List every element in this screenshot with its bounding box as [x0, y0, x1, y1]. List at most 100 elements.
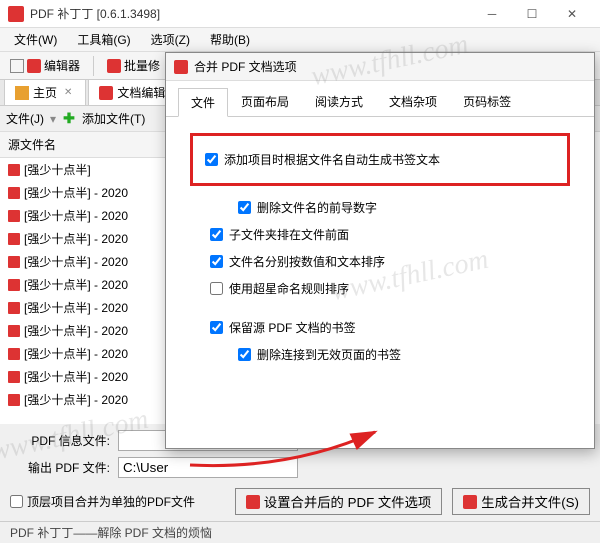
dialog-tab-pagelabel[interactable]: 页码标签 — [450, 87, 524, 116]
cb-del-invalid-wrap[interactable]: 删除连接到无效页面的书签 — [190, 341, 570, 368]
home-icon — [15, 86, 29, 100]
pdf-icon — [246, 495, 260, 509]
generate-button[interactable]: 生成合并文件(S) — [452, 488, 590, 515]
dialog-tab-misc[interactable]: 文档杂项 — [376, 87, 450, 116]
file-name-text: [强少十点半] — [24, 161, 91, 178]
status-bar: PDF 补丁丁——解除 PDF 文档的烦恼 — [0, 521, 600, 543]
maximize-button[interactable]: ☐ — [512, 1, 552, 27]
button-row: 顶层项目合并为单独的PDF文件 设置合并后的 PDF 文件选项 生成合并文件(S… — [0, 484, 600, 521]
file-panel: 源文件名 [强少十点半][强少十点半] - 2020[强少十点半] - 2020… — [0, 132, 180, 424]
menu-tools[interactable]: 工具箱(G) — [67, 28, 140, 51]
cb-folder-front-label: 子文件夹排在文件前面 — [229, 226, 349, 243]
pdf-icon — [107, 59, 121, 73]
generate-label: 生成合并文件(S) — [481, 492, 579, 511]
toolbar-batch-button[interactable]: 批量修 — [101, 55, 166, 76]
cb-keep-bm-label: 保留源 PDF 文档的书签 — [229, 319, 356, 336]
cb-folder-front[interactable] — [210, 228, 223, 241]
dialog-body: 添加项目时根据文件名自动生成书签文本 删除文件名的前导数字 子文件夹排在文件前面… — [166, 117, 594, 448]
cb-keep-bm-wrap[interactable]: 保留源 PDF 文档的书签 — [190, 314, 570, 341]
pdf-icon — [8, 187, 20, 199]
close-button[interactable]: ✕ — [552, 1, 592, 27]
cb-sort[interactable] — [210, 255, 223, 268]
list-item[interactable]: [强少十点半] - 2020 — [0, 365, 179, 388]
pdf-icon — [27, 59, 41, 73]
cb-sort-label: 文件名分别按数值和文本排序 — [229, 253, 385, 270]
window-controls: ─ ☐ ✕ — [472, 1, 592, 27]
tab-docedit[interactable]: 文档编辑 — [88, 79, 176, 105]
merge-options-dialog: 合并 PDF 文档选项 文件 页面布局 阅读方式 文档杂项 页码标签 添加项目时… — [165, 52, 595, 449]
menu-help[interactable]: 帮助(B) — [200, 28, 260, 51]
pdf-icon — [463, 495, 477, 509]
cb-trim-number[interactable] — [238, 201, 251, 214]
list-item[interactable]: [强少十点半] - 2020 — [0, 181, 179, 204]
file-name-text: [强少十点半] - 2020 — [24, 391, 128, 408]
list-item[interactable]: [强少十点半] — [0, 158, 179, 181]
app-icon — [8, 6, 24, 22]
dialog-title-text: 合并 PDF 文档选项 — [194, 58, 297, 75]
chevron-down-icon: ▾ — [50, 112, 56, 126]
list-item[interactable]: [强少十点半] - 2020 — [0, 204, 179, 227]
dialog-tab-reading[interactable]: 阅读方式 — [302, 87, 376, 116]
cb-del-invalid-label: 删除连接到无效页面的书签 — [257, 346, 401, 363]
cb-auto-bookmark-wrap[interactable]: 添加项目时根据文件名自动生成书签文本 — [205, 146, 555, 173]
add-icon: ✚ — [62, 112, 76, 126]
files-menu-label[interactable]: 文件(J) — [6, 110, 44, 127]
list-item[interactable]: [强少十点半] - 2020 — [0, 227, 179, 250]
doc-icon — [99, 86, 113, 100]
menu-options[interactable]: 选项(Z) — [141, 28, 200, 51]
file-name-text: [强少十点半] - 2020 — [24, 368, 128, 385]
cb-keep-bm[interactable] — [210, 321, 223, 334]
minimize-button[interactable]: ─ — [472, 1, 512, 27]
toplevel-checkbox[interactable] — [10, 495, 23, 508]
pdf-icon — [8, 371, 20, 383]
cb-cx[interactable] — [210, 282, 223, 295]
close-icon[interactable]: ✕ — [61, 87, 75, 98]
cb-sort-wrap[interactable]: 文件名分别按数值和文本排序 — [190, 248, 570, 275]
file-name-text: [强少十点半] - 2020 — [24, 207, 128, 224]
window-title: PDF 补丁丁 [0.6.1.3498] — [30, 5, 472, 22]
list-item[interactable]: [强少十点半] - 2020 — [0, 388, 179, 411]
menu-file[interactable]: 文件(W) — [4, 28, 67, 51]
cb-trim-number-wrap[interactable]: 删除文件名的前导数字 — [190, 194, 570, 221]
dialog-title-bar: 合并 PDF 文档选项 — [166, 53, 594, 81]
cb-auto-bookmark[interactable] — [205, 153, 218, 166]
file-list[interactable]: [强少十点半][强少十点半] - 2020[强少十点半] - 2020[强少十点… — [0, 158, 179, 411]
pdf-icon — [8, 325, 20, 337]
pdf-icon — [8, 348, 20, 360]
dialog-tab-layout[interactable]: 页面布局 — [228, 87, 302, 116]
add-files-label[interactable]: 添加文件(T) — [82, 110, 145, 127]
file-name-text: [强少十点半] - 2020 — [24, 230, 128, 247]
list-item[interactable]: [强少十点半] - 2020 — [0, 250, 179, 273]
pdf-icon — [8, 233, 20, 245]
file-panel-header: 源文件名 — [0, 132, 179, 158]
file-name-text: [强少十点半] - 2020 — [24, 299, 128, 316]
list-item[interactable]: [强少十点半] - 2020 — [0, 342, 179, 365]
pdfinfo-label: PDF 信息文件: — [10, 432, 110, 449]
pdf-icon — [8, 210, 20, 222]
pdf-icon — [8, 302, 20, 314]
dialog-tab-file[interactable]: 文件 — [178, 88, 228, 117]
toplevel-label: 顶层项目合并为单独的PDF文件 — [27, 493, 195, 510]
list-item[interactable]: [强少十点半] - 2020 — [0, 319, 179, 342]
cb-cx-label: 使用超星命名规则排序 — [229, 280, 349, 297]
title-bar: PDF 补丁丁 [0.6.1.3498] ─ ☐ ✕ — [0, 0, 600, 28]
pdf-icon — [8, 394, 20, 406]
cb-del-invalid[interactable] — [238, 348, 251, 361]
tab-docedit-label: 文档编辑 — [117, 84, 165, 101]
toplevel-checkbox-wrap[interactable]: 顶层项目合并为单独的PDF文件 — [10, 493, 195, 510]
status-text: PDF 补丁丁——解除 PDF 文档的烦恼 — [10, 524, 212, 541]
cb-trim-number-label: 删除文件名的前导数字 — [257, 199, 377, 216]
cb-folder-front-wrap[interactable]: 子文件夹排在文件前面 — [190, 221, 570, 248]
cb-cx-wrap[interactable]: 使用超星命名规则排序 — [190, 275, 570, 302]
list-item[interactable]: [强少十点半] - 2020 — [0, 273, 179, 296]
checkbox-icon — [10, 59, 24, 73]
output-label: 输出 PDF 文件: — [10, 459, 110, 476]
merge-options-button[interactable]: 设置合并后的 PDF 文件选项 — [235, 488, 442, 515]
merge-options-label: 设置合并后的 PDF 文件选项 — [264, 492, 431, 511]
tab-home[interactable]: 主页 ✕ — [4, 79, 86, 105]
list-item[interactable]: [强少十点半] - 2020 — [0, 296, 179, 319]
toolbar-editor-button[interactable]: 编辑器 — [4, 55, 86, 76]
file-name-text: [强少十点半] - 2020 — [24, 253, 128, 270]
pdf-icon — [174, 60, 188, 74]
output-input[interactable] — [118, 457, 298, 478]
